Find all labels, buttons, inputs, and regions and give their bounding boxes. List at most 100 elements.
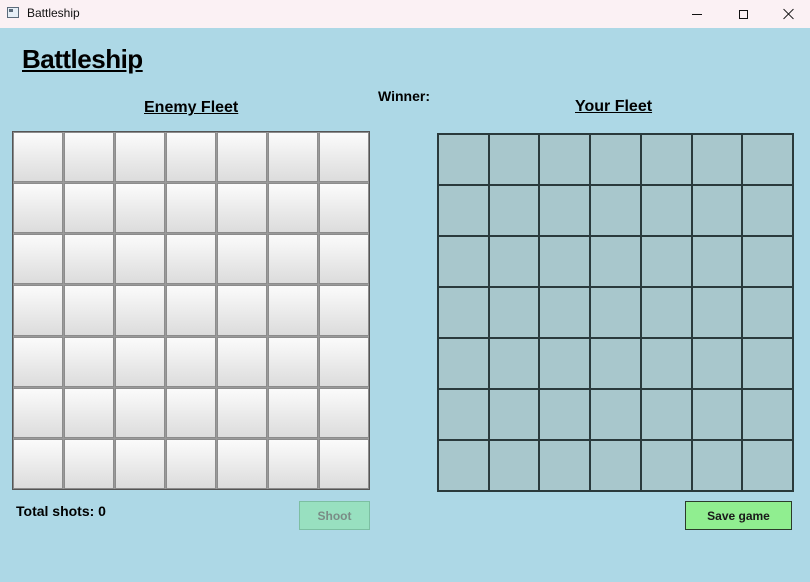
enemy-cell[interactable] [64, 132, 114, 183]
enemy-fleet-label: Enemy Fleet [144, 99, 239, 116]
enemy-cell[interactable] [13, 336, 63, 387]
own-cell [691, 389, 743, 440]
enemy-cell[interactable] [13, 234, 63, 285]
enemy-cell[interactable] [217, 183, 267, 234]
enemy-cell[interactable] [115, 234, 165, 285]
enemy-cell[interactable] [217, 234, 267, 285]
minimize-icon [692, 13, 702, 15]
own-cell [742, 338, 793, 389]
enemy-cell[interactable] [64, 336, 114, 387]
enemy-cell[interactable] [268, 336, 318, 387]
enemy-cell[interactable] [166, 285, 216, 336]
own-cell [691, 134, 743, 185]
enemy-cell[interactable] [319, 438, 369, 489]
own-cell [539, 287, 591, 338]
winner-label: Winner: [378, 88, 430, 104]
enemy-cell[interactable] [64, 285, 114, 336]
enemy-cell[interactable] [115, 438, 165, 489]
enemy-cell[interactable] [115, 183, 165, 234]
enemy-cell[interactable] [268, 438, 318, 489]
own-cell [590, 134, 641, 185]
enemy-cell[interactable] [166, 387, 216, 438]
own-cell [488, 134, 540, 185]
enemy-cell[interactable] [13, 438, 63, 489]
enemy-cell[interactable] [268, 183, 318, 234]
enemy-cell[interactable] [268, 234, 318, 285]
shoot-button[interactable]: Shoot [299, 501, 370, 530]
enemy-cell[interactable] [217, 132, 267, 183]
enemy-cell[interactable] [319, 336, 369, 387]
enemy-cell[interactable] [319, 285, 369, 336]
enemy-cell[interactable] [268, 285, 318, 336]
own-cell [539, 389, 591, 440]
app-icon [7, 7, 19, 18]
enemy-cell[interactable] [319, 183, 369, 234]
own-cell [488, 338, 540, 389]
save-game-button[interactable]: Save game [685, 501, 792, 530]
enemy-cell[interactable] [319, 132, 369, 183]
enemy-cell[interactable] [166, 234, 216, 285]
enemy-cell[interactable] [64, 234, 114, 285]
minimize-button[interactable] [674, 0, 720, 28]
own-cell [640, 338, 692, 389]
own-cell [691, 287, 743, 338]
own-cell [640, 185, 692, 236]
enemy-cell[interactable] [217, 438, 267, 489]
own-cell [438, 287, 489, 338]
window-title: Battleship [27, 6, 80, 20]
enemy-cell[interactable] [319, 387, 369, 438]
enemy-cell[interactable] [217, 387, 267, 438]
enemy-cell[interactable] [115, 285, 165, 336]
own-cell [438, 338, 489, 389]
enemy-cell[interactable] [166, 438, 216, 489]
own-cell [488, 236, 540, 287]
own-cell [539, 338, 591, 389]
enemy-cell[interactable] [217, 285, 267, 336]
own-cell [539, 440, 591, 491]
enemy-cell[interactable] [13, 387, 63, 438]
enemy-cell[interactable] [64, 438, 114, 489]
own-cell [742, 287, 793, 338]
enemy-cell[interactable] [319, 234, 369, 285]
enemy-cell[interactable] [268, 132, 318, 183]
maximize-button[interactable] [720, 0, 766, 28]
enemy-cell[interactable] [115, 336, 165, 387]
enemy-cell[interactable] [166, 336, 216, 387]
own-cell [691, 236, 743, 287]
your-fleet-label: Your Fleet [575, 98, 653, 115]
enemy-cell[interactable] [13, 183, 63, 234]
enemy-cell[interactable] [166, 132, 216, 183]
own-cell [488, 287, 540, 338]
enemy-cell[interactable] [166, 183, 216, 234]
own-cell [438, 440, 489, 491]
own-cell [640, 134, 692, 185]
enemy-cell[interactable] [217, 336, 267, 387]
own-cell [438, 236, 489, 287]
enemy-fleet-grid [12, 131, 370, 490]
maximize-icon [738, 9, 748, 19]
total-shots-label: Total shots: 0 [16, 503, 106, 519]
own-cell [488, 440, 540, 491]
enemy-cell[interactable] [13, 132, 63, 183]
enemy-cell[interactable] [115, 132, 165, 183]
own-cell [590, 185, 641, 236]
own-cell [691, 440, 743, 491]
own-cell [539, 134, 591, 185]
enemy-cell[interactable] [64, 387, 114, 438]
own-cell [590, 389, 641, 440]
own-cell [590, 236, 641, 287]
enemy-cell[interactable] [115, 387, 165, 438]
own-cell [640, 287, 692, 338]
enemy-cell[interactable] [64, 183, 114, 234]
own-cell [539, 236, 591, 287]
own-cell [590, 287, 641, 338]
close-button[interactable] [766, 0, 810, 28]
enemy-cell[interactable] [268, 387, 318, 438]
own-cell [742, 236, 793, 287]
close-icon [783, 8, 795, 20]
window-titlebar: Battleship [0, 0, 810, 28]
enemy-cell[interactable] [13, 285, 63, 336]
own-cell [539, 185, 591, 236]
own-cell [691, 338, 743, 389]
own-cell [640, 389, 692, 440]
